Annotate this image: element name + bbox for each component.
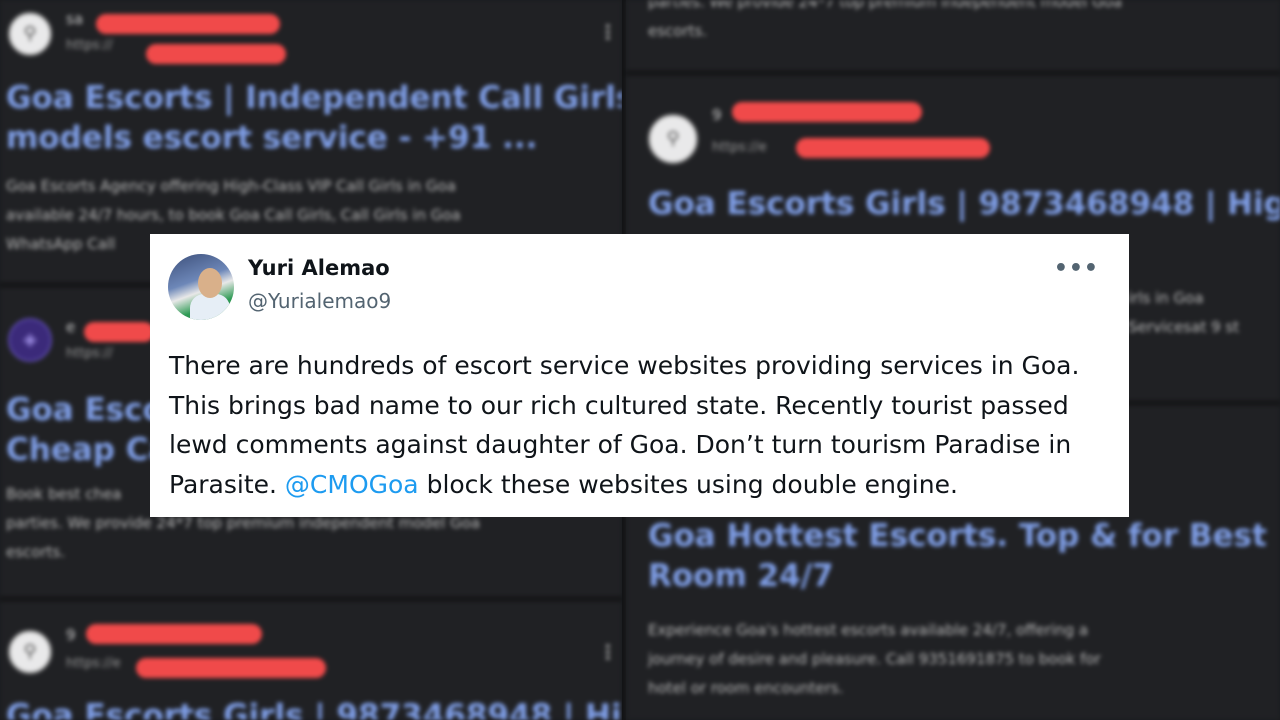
redaction-mark [146, 44, 286, 64]
result-title[interactable]: Goa Hottest Escorts. Top & for Best Hote… [648, 516, 1280, 596]
result-snippet: irls in Goa Servicesat 9 st [1128, 284, 1239, 342]
result-title[interactable]: Goa Escorts Girls | 9873468948 | High Pr… [648, 184, 1280, 224]
tweet-text-line: This brings bad name to our rich culture… [169, 390, 1069, 420]
site-name: e [66, 318, 76, 336]
mention-link[interactable]: @CMOGoa [285, 470, 419, 499]
redaction-mark [86, 624, 262, 644]
result-divider [0, 596, 622, 602]
result-title[interactable]: Goa Escorts Girls | 9873468948 | High Pr… [6, 696, 622, 720]
site-name: 9 [712, 106, 722, 124]
result-title-line: Goa Escorts Girls | 9873468948 | High Pr… [648, 186, 1280, 222]
more-options-button[interactable]: ••• [1054, 256, 1099, 281]
redaction-mark [136, 658, 326, 678]
snippet-line: irls in Goa [1128, 289, 1204, 307]
result-divider [626, 70, 1280, 76]
site-url: https:// [66, 346, 113, 361]
tweet-card: Yuri Alemao @Yurialemao9 ••• There are h… [150, 234, 1129, 517]
site-url: https://e [712, 140, 767, 155]
snippet-line: journey of desire and pleasure. Call 935… [648, 650, 1101, 668]
result-title[interactable]: Goa Escorts | Independent Call Girls| go… [6, 78, 622, 158]
result-snippet: Experience Goa's hottest escorts availab… [648, 616, 1101, 703]
redaction-mark [732, 102, 922, 122]
snippet-line: hotel or room encounters. [648, 679, 844, 697]
site-favicon-icon: ◈ [8, 318, 52, 362]
result-title-line: Goa Escorts | Independent Call Girls| go… [6, 80, 622, 116]
result-snippet: parties. We provide 24*7 top premium ind… [648, 0, 1122, 46]
result-title-line: models escort service - +91 ... [6, 120, 538, 156]
site-url: https:// [66, 38, 113, 53]
site-favicon-icon: ⚲ [648, 114, 698, 164]
tweet-text-segment: block these websites using double engine… [418, 469, 958, 499]
snippet-line: Servicesat 9 st [1128, 318, 1240, 336]
author-handle[interactable]: @Yurialemao9 [248, 289, 391, 313]
tweet-text-segment: Parasite. [169, 469, 285, 499]
tweet-text-line: There are hundreds of escort service web… [169, 351, 1080, 380]
tweet-text-line: Parasite. @CMOGoa block these websites u… [169, 465, 1109, 505]
avatar-face [198, 268, 222, 298]
site-url: https://e [66, 656, 121, 671]
snippet-line: Goa Escorts Agency offering High-Class V… [6, 177, 456, 195]
tweet-text: There are hundreds of escort service web… [169, 346, 1109, 504]
result-title-line: Goa Hottest Escorts. Top & for Best Hote… [648, 518, 1280, 554]
site-name: sa [66, 10, 84, 28]
tweet-text-line: lewd comments against daughter of Goa. D… [169, 430, 1072, 459]
snippet-line: escorts. [648, 22, 708, 40]
more-options-icon[interactable]: ⋮ [598, 20, 618, 44]
more-options-icon[interactable]: ⋮ [598, 640, 618, 664]
site-name: 9 [66, 626, 76, 644]
snippet-line: escorts. [6, 543, 66, 561]
snippet-line: Experience Goa's hottest escorts availab… [648, 621, 1089, 639]
snippet-line: parties. We provide 24*7 top premium ind… [648, 0, 1123, 11]
site-favicon-icon: ⚲ [8, 12, 52, 56]
author-name[interactable]: Yuri Alemao [248, 256, 390, 280]
redaction-mark [96, 14, 280, 34]
site-favicon-icon: ⚲ [8, 630, 52, 674]
redaction-mark [84, 322, 154, 342]
snippet-line: available 24/7 hours, to book Goa Call G… [6, 206, 461, 224]
result-title-line: Goa Escorts Girls | 9873468948 | High Pr… [6, 698, 622, 720]
redaction-mark [796, 138, 990, 158]
result-title-line: Room 24/7 [648, 558, 834, 594]
avatar[interactable] [168, 254, 234, 320]
